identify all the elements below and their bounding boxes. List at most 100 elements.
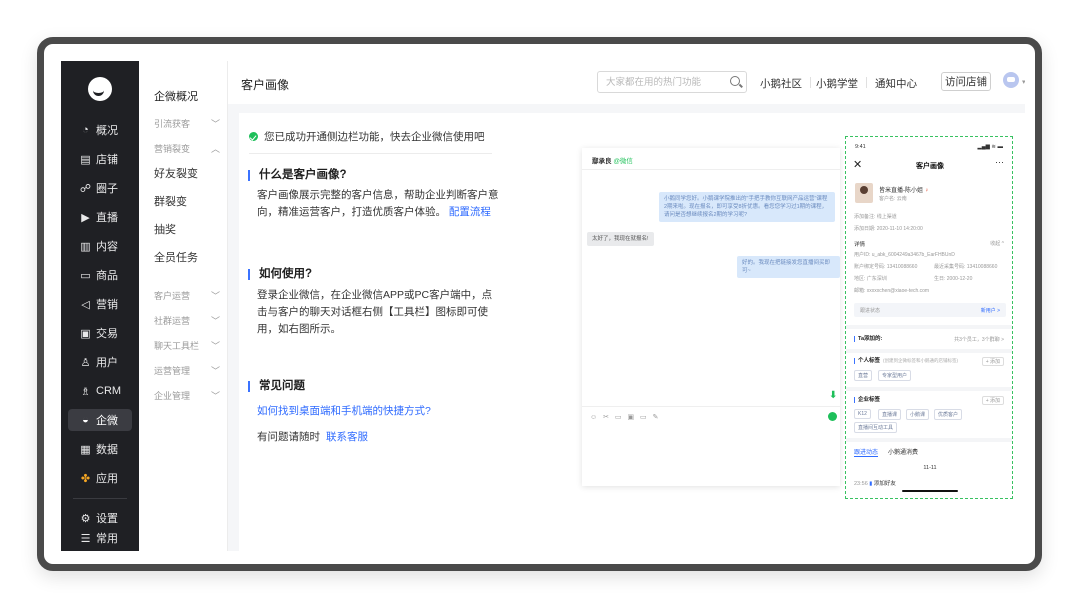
added-by-summary: 共3个员工，3个群聊 > xyxy=(954,337,1004,343)
submenu-item-friend-fission[interactable]: 好友裂变 xyxy=(154,165,198,181)
customer-profile-panel: 9:41 ▂▄▆ ≋ ▬ ✕ 客户画像 ··· 皆米直播-陈小姐 ♀ 客户名: … xyxy=(845,136,1013,499)
chevron-down-icon: ﹀ xyxy=(210,366,220,376)
submenu-group-fission[interactable]: 营销裂变 ︿ xyxy=(154,142,220,155)
secondary-menu: 企微概况 引流获客 ﹀ 营销裂变 ︿ 好友裂变 群裂变 抽奖 全员任务 客户运营 ﹀ … xyxy=(139,61,228,551)
nav-item-live[interactable]: ▶ 直播 xyxy=(68,206,132,228)
nav-item-marketing[interactable]: ◁ 营销 xyxy=(68,293,132,315)
check-circle-icon xyxy=(249,132,258,141)
submenu-group-customer-ops[interactable]: 客户运营 ﹀ xyxy=(154,289,220,302)
nav-item-overview[interactable]: ◔ 概况 xyxy=(68,119,132,141)
customer-user-id: 用户ID: u_abk_6004249a3467b_EarFHBUnD xyxy=(854,252,955,258)
contact-support-link[interactable]: 联系客服 xyxy=(326,431,368,443)
search-box[interactable] xyxy=(597,71,747,93)
tab-follow-updates: 跟进动态 xyxy=(854,447,879,457)
sidebar-toolbar-icon xyxy=(828,412,837,421)
avatar[interactable] xyxy=(1003,72,1019,88)
chevron-down-icon: ﹀ xyxy=(210,316,220,326)
chevron-down-icon[interactable]: ▾ xyxy=(1022,78,1025,86)
detail-toggle: 收起 ^ xyxy=(990,241,1004,247)
home-indicator xyxy=(902,490,958,492)
panel-divider xyxy=(846,387,1012,391)
visit-store-button[interactable]: 访问店铺 xyxy=(941,72,991,91)
search-icon[interactable] xyxy=(730,76,740,86)
customer-birthday: 生日: 2000-12-20 xyxy=(934,276,973,282)
submenu-group-enterprise-management[interactable]: 企业管理 ﹀ xyxy=(154,389,220,402)
customer-email: 邮箱: xxxxxchen@xiaoe-tech.com xyxy=(854,288,930,294)
logo-icon[interactable] xyxy=(88,77,112,101)
help-text: 有问题请随时 联系客服 xyxy=(257,431,368,443)
link-academy[interactable]: 小鹅学堂 xyxy=(816,76,858,91)
added-by-label: Ta添加的: xyxy=(854,336,882,342)
tag: 直营 xyxy=(854,370,873,381)
personal-tags-label: 个人标签 (创建到企微标签和小鹅通的店铺标签) xyxy=(854,358,958,364)
chat-message: 小鹅同学您好。小鹅课学院推出的"手把手教你互联网产品运营"课程2期来啦。现在报名… xyxy=(659,192,835,222)
section-text-how: 登录企业微信，在企业微信APP或PC客户端中，点击与客户的聊天对话框右侧【工具栏… xyxy=(257,289,493,335)
tag: 直播课 xyxy=(878,409,902,420)
add-company-tag-button: + 添加 xyxy=(981,396,1004,405)
gear-icon: ⚙ xyxy=(80,512,91,525)
document-icon: ▥ xyxy=(80,240,91,253)
trade-icon: ▣ xyxy=(80,327,91,340)
customer-remark: 客户名: 云南 xyxy=(879,196,907,202)
link-notification-center[interactable]: 通知中心 xyxy=(875,76,917,91)
submenu-item-group-fission[interactable]: 群裂变 xyxy=(154,193,187,209)
nav-item-store[interactable]: ▤ 店铺 xyxy=(68,148,132,170)
customer-added-date: 添加日期: 2020-11-10 14:20:00 xyxy=(854,226,923,232)
chevron-down-icon: ﹀ xyxy=(210,119,220,129)
nav-item-user[interactable]: ♙ 用户 xyxy=(68,351,132,373)
main-sidebar: ◔ 概况 ▤ 店铺 ☍ 圈子 ▶ 直播 ▥ 内容 ▭ 商品 ◁ 营销 ▣ 交易 ♙ 用户 ♗ CRM… xyxy=(61,61,139,551)
nav-item-settings[interactable]: ⚙ 设置 xyxy=(68,507,132,529)
submenu-item-all-staff-task[interactable]: 全员任务 xyxy=(154,249,198,265)
tag: K12 xyxy=(854,409,871,419)
chat-message: 好的。我现在把链接发您直播间买即可~ xyxy=(737,256,840,278)
marketing-icon: ◁ xyxy=(81,298,90,311)
panel-title: 客户画像 xyxy=(916,163,944,170)
clock-icon: ◔ xyxy=(82,124,89,136)
submenu-group-chat-toolbar[interactable]: 聊天工具栏 ﹀ xyxy=(154,339,220,352)
signal-battery-icon: ▂▄▆ ≋ ▬ xyxy=(977,144,1003,150)
chat-header: 鄢承良 @微信 xyxy=(582,148,840,170)
link-community[interactable]: 小鹅社区 xyxy=(760,76,802,91)
submenu-title[interactable]: 企微概况 xyxy=(154,88,198,104)
section-title-faq: 常见问题 xyxy=(248,380,305,392)
nav-item-product[interactable]: ▭ 商品 xyxy=(68,264,132,286)
chat-input-area: ☺ ✂ ▭ ▣ ▭ ✎ xyxy=(582,406,840,486)
chevron-down-icon: ﹀ xyxy=(210,341,220,351)
top-header: 客户画像 小鹅社区 小鹅学堂 通知中心 访问店铺 ▾ xyxy=(228,61,1025,104)
panel-divider xyxy=(846,325,1012,329)
nav-item-apps[interactable]: ✤ 应用 xyxy=(68,467,132,489)
tag: 优质客户 xyxy=(934,409,963,420)
search-input[interactable] xyxy=(606,75,718,89)
chat-message: 太好了，我现在就报名! xyxy=(587,232,654,246)
submenu-item-lottery[interactable]: 抽奖 xyxy=(154,221,176,237)
submenu-group-community-ops[interactable]: 社群运营 ﹀ xyxy=(154,314,220,327)
chevron-down-icon: ﹀ xyxy=(210,391,220,401)
nav-divider xyxy=(73,498,127,499)
nav-item-common[interactable]: ☰ 常用 xyxy=(68,527,132,549)
submenu-group-ops-management[interactable]: 运营管理 ﹀ xyxy=(154,364,220,377)
chat-preview-image: 鄢承良 @微信 小鹅同学您好。小鹅课学院推出的"手把手教你互联网产品运营"课程2… xyxy=(582,148,840,486)
nav-item-data[interactable]: ▦ 数据 xyxy=(68,438,132,460)
nav-item-content[interactable]: ▥ 内容 xyxy=(68,235,132,257)
success-notice: 您已成功开通侧边栏功能，快去企业微信使用吧 xyxy=(249,129,485,144)
customer-region: 地区: 广东深圳 xyxy=(854,276,887,282)
divider xyxy=(249,153,492,154)
nav-item-trade[interactable]: ▣ 交易 xyxy=(68,322,132,344)
page-title: 客户画像 xyxy=(241,78,290,92)
header-separator xyxy=(866,77,867,88)
section-title-how: 如何使用? xyxy=(248,268,312,280)
faq-shortcut-link[interactable]: 如何找到桌面端和手机端的快捷方式? xyxy=(257,403,431,418)
add-personal-tag-button: + 添加 xyxy=(981,357,1004,366)
config-flow-link[interactable]: 配置流程 xyxy=(449,206,491,218)
nav-item-crm[interactable]: ♗ CRM xyxy=(68,380,132,402)
nav-item-circle[interactable]: ☍ 圈子 xyxy=(68,177,132,199)
section-title-what: 什么是客户画像? xyxy=(248,169,347,181)
customer-phone-recent: 最近采集号码: 13410088660 xyxy=(934,264,998,270)
submenu-group-acquisition[interactable]: 引流获客 ﹀ xyxy=(154,117,220,130)
flag-icon: ▮ xyxy=(869,481,873,487)
tag: 小鹅课 xyxy=(906,409,930,420)
section-text-what: 客户画像展示完整的客户信息，帮助企业判断客户意向，精准运营客户，打造优质客户体验… xyxy=(257,189,499,218)
nav-item-wecom[interactable]: ◒ 企微 xyxy=(68,409,132,431)
tag: 直播间互动工具 xyxy=(854,422,898,433)
customer-name: 皆米直播-陈小姐 ♀ xyxy=(879,188,930,194)
